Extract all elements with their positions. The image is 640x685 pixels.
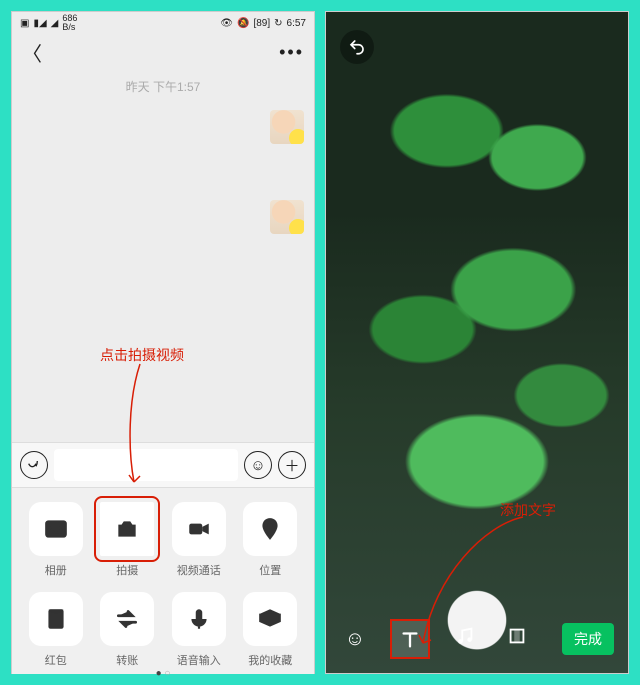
attach-label: 视频通话 xyxy=(169,562,229,578)
mute-icon: 🔕 xyxy=(237,18,249,29)
message-input[interactable] xyxy=(54,449,238,481)
message-avatar[interactable] xyxy=(270,110,304,144)
editor-toolbar: ☺ 完成 xyxy=(326,615,628,663)
hd-icon: ▣ xyxy=(20,18,29,29)
page-indicator: ● ○ xyxy=(12,668,314,685)
attach-video-call[interactable]: 视频通话 xyxy=(169,502,229,578)
net-speed: 686 B/s xyxy=(62,14,77,32)
chat-messages: 昨天 下午1:57 xyxy=(12,70,314,442)
message-avatar[interactable] xyxy=(270,200,304,234)
done-button[interactable]: 完成 xyxy=(562,623,614,655)
attach-album[interactable]: 相册 xyxy=(26,502,86,578)
back-button[interactable]: 〈 xyxy=(22,38,42,67)
plus-icon[interactable]: ＋ xyxy=(278,451,306,479)
attach-label: 红包 xyxy=(26,652,86,668)
status-right: 👁 🔕 [89] ↻ 6:57 xyxy=(220,18,306,29)
photo-preview xyxy=(326,12,628,673)
more-button[interactable]: ••• xyxy=(279,42,304,63)
attach-favorites[interactable]: 我的收藏 xyxy=(240,592,300,668)
undo-button[interactable] xyxy=(340,30,374,64)
music-tool-icon[interactable] xyxy=(450,625,480,653)
signal-icon: ▮◢ xyxy=(33,18,46,29)
attach-label: 拍摄 xyxy=(97,562,157,578)
chat-timestamp: 昨天 下午1:57 xyxy=(22,78,304,95)
attachment-row: 红包 转账 语音输入 我的收藏 xyxy=(12,578,314,668)
voice-toggle-icon[interactable] xyxy=(20,451,48,479)
status-left: ▣ ▮◢ ◢ 686 B/s xyxy=(20,14,77,32)
attach-label: 位置 xyxy=(240,562,300,578)
attach-label: 语音输入 xyxy=(169,652,229,668)
chat-input-bar: ☺ ＋ xyxy=(12,442,314,488)
clock-icon: ↻ xyxy=(274,18,282,29)
phone-screenshot-editor: ☺ 完成 xyxy=(325,11,629,674)
chat-navbar: 〈 ••• xyxy=(12,34,314,70)
eye-icon: 👁 xyxy=(220,18,233,29)
emoji-icon[interactable]: ☺ xyxy=(244,451,272,479)
attach-label: 我的收藏 xyxy=(240,652,300,668)
attach-voice-input[interactable]: 语音输入 xyxy=(169,592,229,668)
crop-tool-icon[interactable] xyxy=(502,625,532,653)
attach-label: 转账 xyxy=(97,652,157,668)
signal-icon-2: ◢ xyxy=(51,18,59,29)
annotation-tap-record: 点击拍摄视频 xyxy=(100,345,184,365)
attachment-panel: 相册 拍摄 视频通话 位置 红包 转账 xyxy=(12,488,314,674)
annotation-add-text: 添加文字 xyxy=(500,500,556,520)
emoji-tool-icon[interactable]: ☺ xyxy=(340,628,370,651)
battery-icon: [89] xyxy=(253,18,270,29)
attach-location[interactable]: 位置 xyxy=(240,502,300,578)
text-tool-icon[interactable] xyxy=(392,621,428,657)
attach-transfer[interactable]: 转账 xyxy=(97,592,157,668)
attach-label: 相册 xyxy=(26,562,86,578)
attach-red-packet[interactable]: 红包 xyxy=(26,592,86,668)
phone-screenshot-chat: ▣ ▮◢ ◢ 686 B/s 👁 🔕 [89] ↻ 6:57 〈 ••• 昨天 … xyxy=(11,11,315,674)
attach-camera[interactable]: 拍摄 xyxy=(97,502,157,578)
attachment-row: 相册 拍摄 视频通话 位置 xyxy=(12,488,314,578)
status-bar: ▣ ▮◢ ◢ 686 B/s 👁 🔕 [89] ↻ 6:57 xyxy=(12,12,314,34)
status-time: 6:57 xyxy=(287,18,306,29)
